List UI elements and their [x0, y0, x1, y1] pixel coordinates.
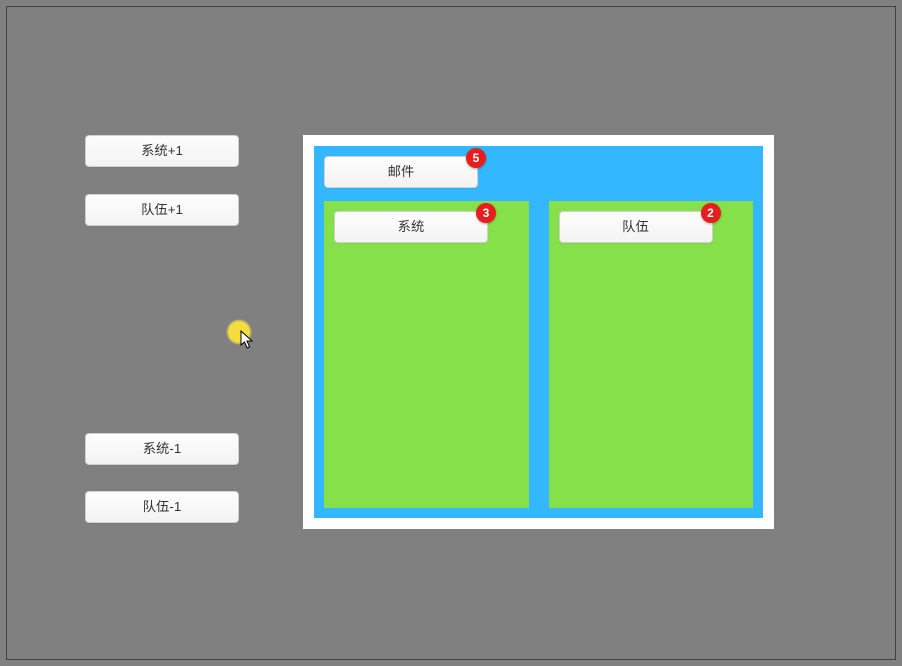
- mail-button-wrap: 邮件 5: [324, 156, 478, 188]
- team-panel: 队伍 2: [549, 201, 754, 508]
- mail-panel: 邮件 5 系统 3 队伍 2: [314, 146, 763, 518]
- editor-canvas: 系统+1 队伍+1 系统-1 队伍-1 邮件 5 系统 3 队伍 2: [6, 6, 896, 660]
- system-badge: 3: [476, 203, 496, 223]
- system-button[interactable]: 系统: [334, 211, 488, 243]
- team-badge: 2: [701, 203, 721, 223]
- sub-panels-row: 系统 3 队伍 2: [324, 201, 753, 508]
- mail-badge: 5: [466, 148, 486, 168]
- mail-button[interactable]: 邮件: [324, 156, 478, 188]
- preview-outer-panel: 邮件 5 系统 3 队伍 2: [303, 135, 774, 529]
- team-minus-button[interactable]: 队伍-1: [85, 491, 239, 523]
- system-plus-button[interactable]: 系统+1: [85, 135, 239, 167]
- team-button-wrap: 队伍 2: [559, 211, 713, 243]
- team-plus-button[interactable]: 队伍+1: [85, 194, 239, 226]
- system-panel: 系统 3: [324, 201, 529, 508]
- system-button-wrap: 系统 3: [334, 211, 488, 243]
- cursor-arrow-icon: [240, 330, 256, 350]
- system-minus-button[interactable]: 系统-1: [85, 433, 239, 465]
- cursor-highlight-icon: [226, 319, 252, 345]
- team-button[interactable]: 队伍: [559, 211, 713, 243]
